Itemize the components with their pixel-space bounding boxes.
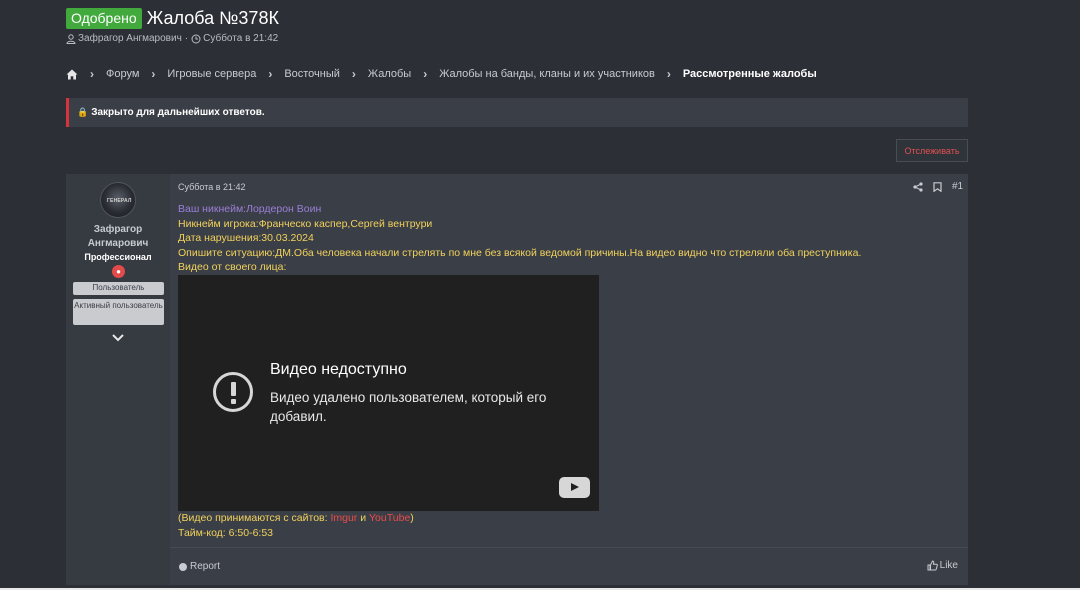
- breadcrumb-gang-complaints[interactable]: Жалобы на банды, кланы и их участников: [439, 68, 655, 80]
- post-line-situation: Опишите ситуацию:ДМ.Оба человека начали …: [178, 246, 862, 259]
- author-rank: Профессионал: [84, 252, 152, 262]
- post-number[interactable]: #1: [952, 181, 963, 192]
- video-error-subtitle: Видео удалено пользователем, который его…: [270, 390, 547, 424]
- chevron-right-icon: ›: [268, 67, 273, 81]
- closed-notice: 🔒 Закрыто для дальнейших ответов.: [66, 98, 968, 127]
- meta-separator: ·: [184, 33, 189, 44]
- report-button[interactable]: Report: [179, 561, 220, 572]
- author-name-line2: Ангмарович: [87, 238, 149, 249]
- post-after-video: (Видео принимаются с сайтов: Imgur и You…: [178, 511, 414, 541]
- timecode: Тайм-код: 6:50-6:53: [178, 527, 274, 539]
- breadcrumb-reviewed[interactable]: Рассмотренные жалобы: [683, 68, 817, 80]
- avatar[interactable]: ГЕНЕРАЛ: [100, 182, 136, 218]
- video-sites-note: (Видео принимаются с сайтов: Imgur и You…: [178, 511, 414, 526]
- thread-header: Одобрено Жалоба №378К: [66, 8, 279, 29]
- video-sites-suffix: ): [410, 512, 414, 524]
- report-label: Report: [190, 561, 221, 572]
- post-date[interactable]: Суббота в 21:42: [178, 182, 246, 192]
- closed-notice-text: Закрыто для дальнейших ответов.: [91, 107, 265, 118]
- post-line-date: Дата нарушения:30.03.2024: [178, 232, 314, 245]
- lock-icon: 🔒: [77, 107, 89, 117]
- breadcrumb-complaints[interactable]: Жалобы: [368, 68, 411, 80]
- thread-author-link[interactable]: Зафрагор Ангмарович: [78, 33, 182, 44]
- chevron-down-icon[interactable]: [111, 333, 125, 343]
- chevron-right-icon: ›: [351, 67, 356, 81]
- video-sites-and: и: [357, 512, 370, 524]
- post-tools: #1: [913, 181, 963, 192]
- chevron-right-icon: ›: [151, 67, 156, 81]
- video-sites-prefix: (Видео принимаются с сайтов:: [178, 512, 331, 524]
- youtube-link[interactable]: YouTube: [369, 512, 410, 524]
- chevron-right-icon: ›: [666, 67, 671, 81]
- breadcrumb-game-servers[interactable]: Игровые сервера: [167, 68, 256, 80]
- user-icon: [66, 33, 76, 44]
- breadcrumb-forum[interactable]: Форум: [106, 68, 139, 80]
- thread-date[interactable]: Суббота в 21:42: [203, 33, 278, 44]
- thumbs-up-icon: [927, 560, 938, 571]
- chevron-right-icon: ›: [90, 67, 94, 81]
- page-title: Жалоба №378К: [146, 8, 279, 28]
- video-embed[interactable]: Видео недоступно Видео удалено пользоват…: [178, 275, 599, 511]
- chevron-right-icon: ›: [423, 67, 428, 81]
- clock-icon: [191, 34, 201, 43]
- video-error-title: Видео недоступно: [270, 361, 407, 378]
- user-banner: Пользователь: [73, 282, 164, 295]
- post: ГЕНЕРАЛ Зафрагор Ангмарович Профессионал…: [66, 174, 968, 585]
- alert-icon: [213, 372, 253, 412]
- youtube-icon[interactable]: [559, 477, 590, 498]
- home-icon[interactable]: [66, 69, 78, 80]
- post-footer: Report Like: [170, 547, 968, 585]
- active-user-banner: Активный пользователь: [73, 299, 164, 325]
- status-badge: Одобрено: [66, 8, 142, 29]
- info-icon: [179, 562, 187, 571]
- share-icon[interactable]: [913, 181, 923, 192]
- watch-button[interactable]: Отслеживать: [896, 139, 968, 162]
- avatar-logo-text: ГЕНЕРАЛ: [107, 198, 132, 204]
- post-author-panel: ГЕНЕРАЛ Зафрагор Ангмарович Профессионал…: [66, 174, 170, 585]
- bookmark-icon[interactable]: [933, 181, 942, 192]
- post-line-nickname: Ваш никнейм:Лордерон Воин: [178, 203, 322, 215]
- like-button[interactable]: Like: [927, 560, 958, 571]
- breadcrumb: › Форум › Игровые сервера › Восточный › …: [66, 67, 817, 81]
- like-label: Like: [939, 560, 958, 571]
- thread-meta: Зафрагор Ангмарович · Суббота в 21:42: [66, 33, 278, 44]
- imgur-link[interactable]: Imgur: [330, 512, 357, 524]
- post-line-video-label: Видео от своего лица:: [178, 261, 287, 274]
- post-line-player: Никнейм игрока:Франческо каспер,Сергей в…: [178, 217, 433, 230]
- breadcrumb-eastern[interactable]: Восточный: [284, 68, 340, 80]
- author-name-line1: Зафрагор: [93, 224, 143, 235]
- post-body: Ваш никнейм:Лордерон Воин Никнейм игрока…: [178, 202, 861, 275]
- author-name[interactable]: Зафрагор Ангмарович: [66, 223, 170, 251]
- rank-icon: ●: [112, 265, 125, 278]
